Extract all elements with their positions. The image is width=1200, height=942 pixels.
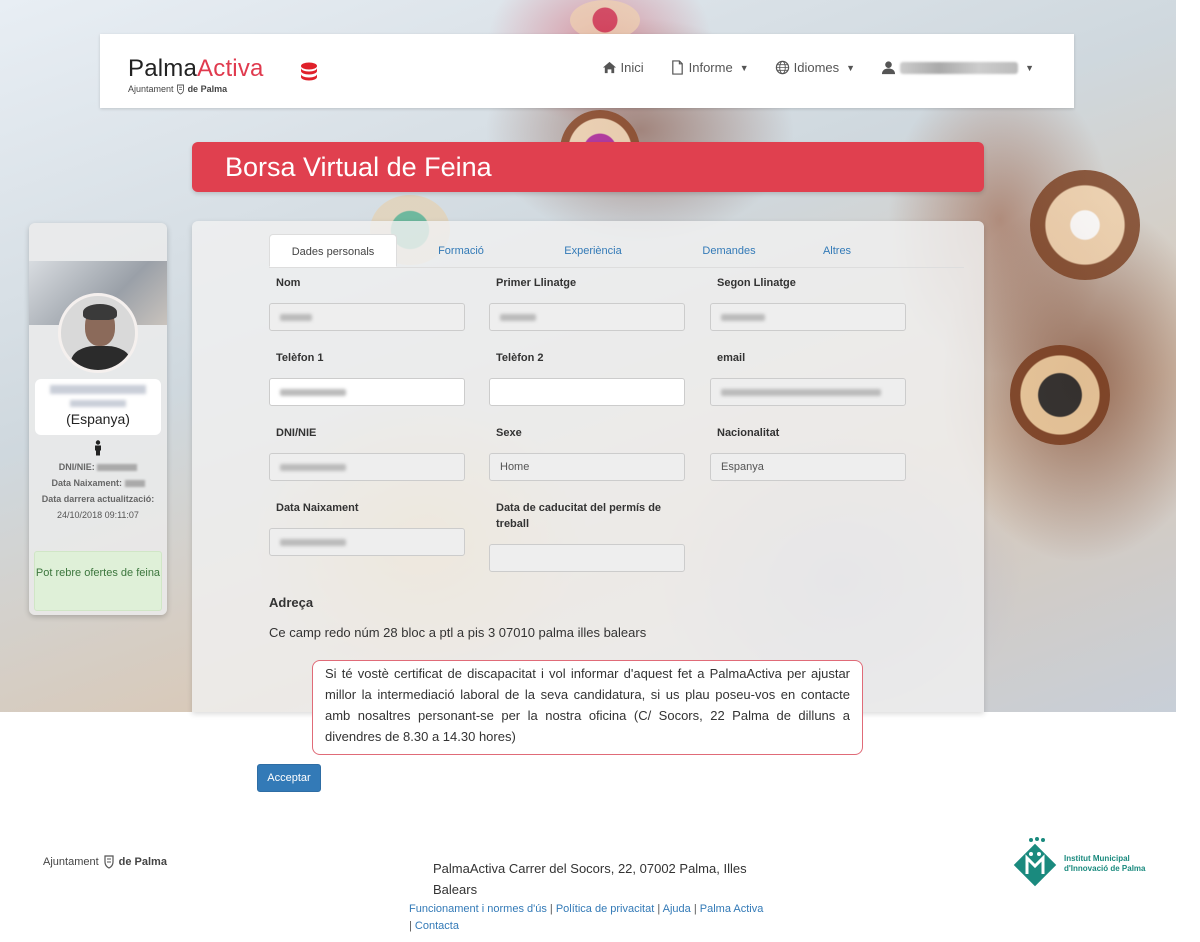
nav-item-inici[interactable]: Inici (602, 60, 644, 75)
disability-notice: Si té vostè certificat de discapacitat i… (312, 660, 863, 755)
address-text: Ce camp redo núm 28 bloc a ptl a pis 3 0… (269, 625, 647, 640)
data-naixament-input[interactable] (269, 528, 465, 556)
profile-updated-date: 24/10/2018 09:11:07 (57, 510, 139, 520)
field-nom: Nom (269, 275, 465, 331)
tab-experiencia[interactable]: Experiència (525, 234, 661, 267)
field-data-naixament: Data Naixament (269, 500, 465, 556)
form-panel: Dades personals Formació Experiència Dem… (192, 221, 984, 712)
sexe-input[interactable]: Home (489, 453, 685, 481)
nav-menu: Inici Informe ▼ Idiomes ▼ ▼ (602, 60, 1034, 75)
offers-status-badge: Pot rebre ofertes de feina (34, 551, 162, 611)
caret-down-icon: ▼ (846, 62, 856, 73)
telefon-1-input[interactable] (269, 378, 465, 406)
profile-country: (Espanya) (66, 411, 130, 427)
footer-link-normes[interactable]: Funcionament i normes d'ús (409, 903, 547, 915)
profile-name-box: (Espanya) (35, 379, 161, 435)
tab-dades-personals[interactable]: Dades personals (269, 234, 397, 267)
profile-name-redacted (50, 385, 146, 394)
tab-altres[interactable]: Altres (797, 234, 877, 267)
user-name-redacted (900, 61, 1019, 74)
nav-item-user[interactable]: ▼ (881, 60, 1034, 75)
page-title-banner: Borsa Virtual de Feina (192, 142, 984, 192)
nacionalitat-input[interactable]: Espanya (710, 453, 906, 481)
field-dni: DNI/NIE (269, 425, 465, 481)
field-telefon-1: Telèfon 1 (269, 350, 465, 406)
globe-icon (775, 60, 789, 75)
file-icon (671, 60, 683, 75)
field-segon-llinatge: Segon Llinatge (710, 275, 906, 331)
caducitat-permis-input[interactable] (489, 544, 685, 572)
footer-link-privacitat[interactable]: Política de privacitat (556, 903, 654, 915)
crest-icon (177, 84, 184, 95)
nav-item-idiomes[interactable]: Idiomes ▼ (775, 60, 855, 75)
segon-llinatge-input[interactable] (710, 303, 906, 331)
field-nacionalitat: Nacionalitat Espanya (710, 425, 906, 481)
male-person-icon (95, 440, 101, 456)
field-sexe: Sexe Home (489, 425, 685, 481)
address-heading: Adreça (269, 595, 314, 610)
field-primer-llinatge: Primer Llinatge (489, 275, 685, 331)
footer-address: PalmaActiva Carrer del Socors, 22, 07002… (433, 861, 747, 897)
navbar: PalmaActiva Ajuntament de Palma Inici In… (100, 34, 1074, 108)
footer-link-contacta[interactable]: Contacta (415, 920, 459, 932)
page-title: Borsa Virtual de Feina (225, 152, 492, 182)
footer-link-ajuda[interactable]: Ajuda (663, 903, 691, 915)
brand-logo[interactable]: PalmaActiva Ajuntament de Palma (128, 56, 264, 95)
profile-card: (Espanya) DNI/NIE: Data Naixament: Data … (29, 223, 167, 615)
footer-links: Funcionament i normes d'ús | Política de… (409, 903, 764, 932)
tab-demandes[interactable]: Demandes (661, 234, 797, 267)
field-caducitat-permis: Data de caducitat del permís de treball (489, 500, 685, 572)
telefon-2-input[interactable] (489, 378, 685, 406)
accept-button[interactable]: Acceptar (257, 764, 321, 792)
home-icon (602, 61, 616, 74)
avatar (58, 293, 138, 373)
tab-formacio[interactable]: Formació (397, 234, 525, 267)
footer-link-palma-activa[interactable]: Palma Activa (700, 903, 764, 915)
nom-input[interactable] (269, 303, 465, 331)
form-tabs: Dades personals Formació Experiència Dem… (269, 234, 964, 268)
user-icon (882, 61, 896, 75)
field-telefon-2: Telèfon 2 (489, 350, 685, 406)
dni-input[interactable] (269, 453, 465, 481)
database-icon[interactable] (300, 62, 318, 82)
field-email: email (710, 350, 906, 406)
crest-icon (104, 855, 114, 869)
nav-item-informe[interactable]: Informe ▼ (670, 60, 749, 75)
caret-down-icon: ▼ (1025, 62, 1034, 73)
caret-down-icon: ▼ (739, 62, 749, 73)
primer-llinatge-input[interactable] (489, 303, 685, 331)
footer-ajuntament-logo[interactable]: Ajuntament de Palma (43, 855, 167, 869)
imi-logo-text: Institut Municipal d'Innovació de Palma (1064, 854, 1146, 873)
email-input[interactable] (710, 378, 906, 406)
profile-info: DNI/NIE: Data Naixament: Data darrera ac… (29, 459, 167, 523)
